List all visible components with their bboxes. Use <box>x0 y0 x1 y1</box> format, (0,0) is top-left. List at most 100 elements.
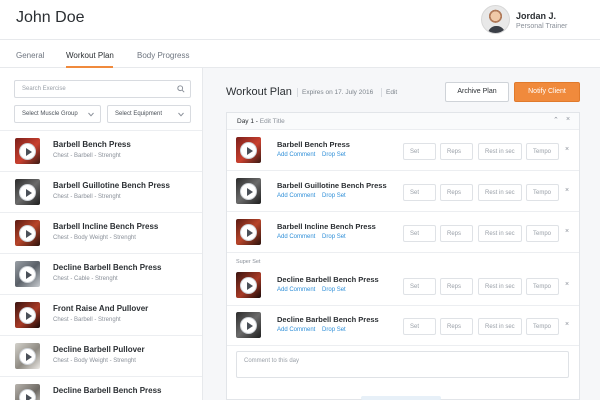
exercise-thumbnail[interactable] <box>236 312 261 338</box>
play-icon[interactable] <box>19 389 36 400</box>
close-icon[interactable]: × <box>565 146 569 153</box>
equipment-select[interactable]: Select Equipment <box>107 105 191 123</box>
row-exercise-name: Decline Barbell Bench Press <box>277 275 379 284</box>
list-item[interactable]: Decline Barbell Bench Press <box>0 376 202 400</box>
exercise-thumbnail[interactable] <box>15 343 40 369</box>
add-comment-link[interactable]: Add Comment <box>277 152 315 158</box>
drop-set-link[interactable]: Drop Set <box>322 327 346 333</box>
play-icon[interactable] <box>19 184 36 201</box>
drop-set-link[interactable]: Drop Set <box>322 287 346 293</box>
set-field[interactable]: Set <box>403 184 436 201</box>
play-icon[interactable] <box>240 224 257 241</box>
row-exercise-name: Barbell Incline Bench Press <box>277 222 376 231</box>
play-icon[interactable] <box>240 317 257 334</box>
drop-set-link[interactable]: Drop Set <box>322 152 346 158</box>
rest-field[interactable]: Rest in sec <box>478 318 522 335</box>
close-icon[interactable]: × <box>566 116 570 123</box>
add-comment-link[interactable]: Add Comment <box>277 287 315 293</box>
tab-general[interactable]: General <box>16 51 44 60</box>
trainer-name[interactable]: Jordan J. <box>516 11 556 21</box>
workout-plan-panel: Workout Plan Expires on 17. July 2016 Ed… <box>203 68 600 400</box>
close-icon[interactable]: × <box>565 321 569 328</box>
exercise-thumbnail[interactable] <box>15 302 40 328</box>
reps-field[interactable]: Reps <box>440 318 473 335</box>
exercise-name: Barbell Guillotine Bench Press <box>53 181 170 190</box>
play-icon[interactable] <box>19 225 36 242</box>
add-comment-link[interactable]: Add Comment <box>277 234 315 240</box>
drop-set-link[interactable]: Drop Set <box>322 193 346 199</box>
exercise-thumbnail[interactable] <box>236 137 261 163</box>
search-input[interactable]: Search Exercise <box>14 80 191 98</box>
tempo-field[interactable]: Tempo <box>526 278 559 295</box>
tempo-field[interactable]: Tempo <box>526 184 559 201</box>
chevron-up-icon[interactable]: ⌃ <box>553 116 559 124</box>
exercise-thumbnail[interactable] <box>236 219 261 245</box>
add-day-button[interactable] <box>361 396 441 400</box>
play-icon[interactable] <box>19 266 36 283</box>
exercise-thumbnail[interactable] <box>15 138 40 164</box>
rest-field[interactable]: Rest in sec <box>478 184 522 201</box>
exercise-thumbnail[interactable] <box>236 272 261 298</box>
drop-set-link[interactable]: Drop Set <box>322 234 346 240</box>
divider <box>381 88 382 97</box>
search-icon[interactable] <box>177 85 185 93</box>
list-item[interactable]: Front Raise And Pullover Chest - Barbell… <box>0 294 202 335</box>
notify-client-button[interactable]: Notify Client <box>514 82 580 102</box>
exercise-thumbnail[interactable] <box>236 178 261 204</box>
rest-field[interactable]: Rest in sec <box>478 225 522 242</box>
exercise-meta: Chest - Body Weight - Strenght <box>53 235 136 241</box>
close-icon[interactable]: × <box>565 187 569 194</box>
exercise-thumbnail[interactable] <box>15 384 40 400</box>
close-icon[interactable]: × <box>565 228 569 235</box>
add-comment-link[interactable]: Add Comment <box>277 193 315 199</box>
reps-field[interactable]: Reps <box>440 143 473 160</box>
archive-plan-button[interactable]: Archive Plan <box>445 82 509 102</box>
list-item[interactable]: Decline Barbell Bench Press Chest - Cabl… <box>0 253 202 294</box>
list-item[interactable]: Decline Barbell Pullover Chest - Body We… <box>0 335 202 376</box>
rest-placeholder: Rest in sec <box>485 190 515 196</box>
list-item[interactable]: Barbell Guillotine Bench Press Chest - B… <box>0 171 202 212</box>
exercise-thumbnail[interactable] <box>15 220 40 246</box>
tempo-field[interactable]: Tempo <box>526 143 559 160</box>
reps-field[interactable]: Reps <box>440 225 473 242</box>
edit-day-title-link[interactable]: Edit Title <box>260 118 285 125</box>
tempo-placeholder: Tempo <box>533 284 552 290</box>
close-icon[interactable]: × <box>565 281 569 288</box>
play-icon[interactable] <box>19 143 36 160</box>
play-icon[interactable] <box>19 348 36 365</box>
play-icon[interactable] <box>240 183 257 200</box>
rest-field[interactable]: Rest in sec <box>478 143 522 160</box>
tab-body-progress[interactable]: Body Progress <box>137 51 189 60</box>
set-placeholder: Set <box>410 190 420 196</box>
exercise-meta: Chest - Body Weight - Strenght <box>53 358 136 364</box>
rest-field[interactable]: Rest in sec <box>478 278 522 295</box>
edit-plan-link[interactable]: Edit <box>386 89 397 96</box>
tempo-field[interactable]: Tempo <box>526 225 559 242</box>
play-icon[interactable] <box>240 277 257 294</box>
set-field[interactable]: Set <box>403 225 436 242</box>
reps-field[interactable]: Reps <box>440 278 473 295</box>
trainer-avatar[interactable] <box>481 5 510 34</box>
set-field[interactable]: Set <box>403 278 436 295</box>
tab-workout-plan[interactable]: Workout Plan <box>66 51 114 60</box>
reps-placeholder: Reps <box>447 149 462 155</box>
tempo-field[interactable]: Tempo <box>526 318 559 335</box>
exercise-name: Barbell Incline Bench Press <box>53 222 159 231</box>
set-field[interactable]: Set <box>403 318 436 335</box>
set-field[interactable]: Set <box>403 143 436 160</box>
exercise-name: Decline Barbell Bench Press <box>53 263 162 272</box>
day-title-text: Day 1 <box>237 118 254 125</box>
muscle-group-select[interactable]: Select Muscle Group <box>14 105 101 123</box>
row-exercise-name: Barbell Bench Press <box>277 140 350 149</box>
play-icon[interactable] <box>240 142 257 159</box>
exercise-thumbnail[interactable] <box>15 179 40 205</box>
reps-field[interactable]: Reps <box>440 184 473 201</box>
day-comment-field[interactable]: Comment to this day <box>236 351 569 378</box>
add-comment-link[interactable]: Add Comment <box>277 327 315 333</box>
exercise-thumbnail[interactable] <box>15 261 40 287</box>
plan-exercise-row: Barbell Guillotine Bench Press Add Comme… <box>227 172 579 212</box>
row-links: Add Comment Drop Set <box>277 234 346 240</box>
list-item[interactable]: Barbell Bench Press Chest - Barbell - St… <box>0 130 202 171</box>
play-icon[interactable] <box>19 307 36 324</box>
list-item[interactable]: Barbell Incline Bench Press Chest - Body… <box>0 212 202 253</box>
